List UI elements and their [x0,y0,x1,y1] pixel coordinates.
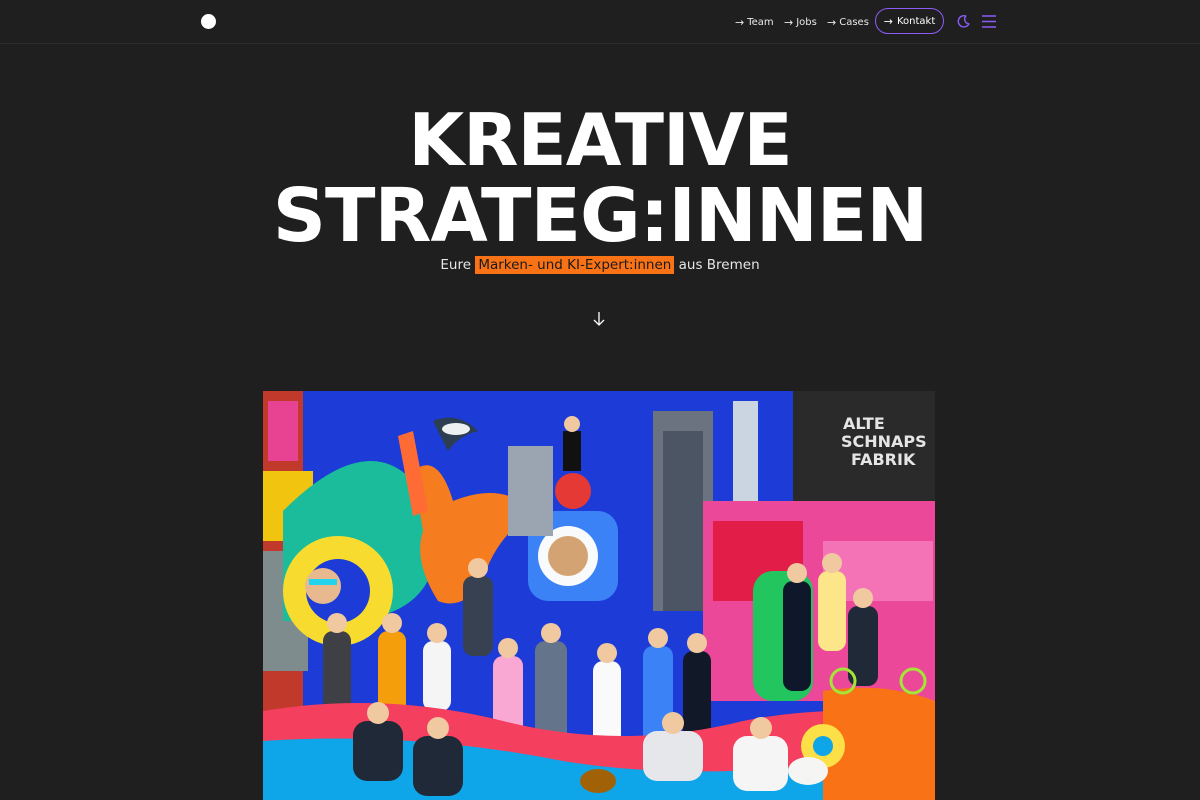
site-header: → Team → Jobs → Cases → Kontakt [0,0,1200,44]
hero-subtitle: Eure Marken- und KI-Expert:innen aus Bre… [0,256,1200,274]
arrow-right-icon: → [735,15,745,29]
nav-link-team[interactable]: → Team [735,14,774,30]
hero-title-line1: KREATIVE [408,98,792,182]
arrow-right-icon: → [827,15,837,29]
subtitle-text-after: aus Bremen [678,257,760,273]
contact-button[interactable]: → Kontakt [875,8,944,34]
moon-icon[interactable] [956,14,971,29]
nav-link-cases[interactable]: → Cases [827,14,869,30]
arrow-right-icon: → [883,14,893,28]
hero-title-line2: STRATEG:INNEN [272,173,929,259]
hamburger-menu-icon[interactable] [981,14,997,29]
team-collage-image: ALTE SCHNAPS FABRIK [263,391,935,800]
contact-button-label: Kontakt [896,15,936,27]
arrow-right-icon: → [784,15,794,29]
nav-link-label: Jobs [796,16,817,28]
nav-link-jobs[interactable]: → Jobs [784,14,817,30]
subtitle-highlight: Marken- und KI-Expert:innen [475,256,675,274]
hero-title: KREATIVE STRATEG:INNEN [0,104,1200,253]
logo-dot[interactable] [201,14,216,29]
sign-text-line2: SCHNAPS [841,432,927,451]
collage-artwork: ALTE SCHNAPS FABRIK [263,391,935,800]
nav-link-label: Team [747,16,774,28]
sign-text-line3: FABRIK [851,450,916,469]
arrow-down-icon[interactable] [591,311,607,327]
page: → Team → Jobs → Cases → Kontakt KREATIVE… [0,0,1200,800]
sign-text-line1: ALTE [843,414,885,433]
subtitle-text-before: Eure [440,257,472,273]
nav-link-label: Cases [839,16,869,28]
